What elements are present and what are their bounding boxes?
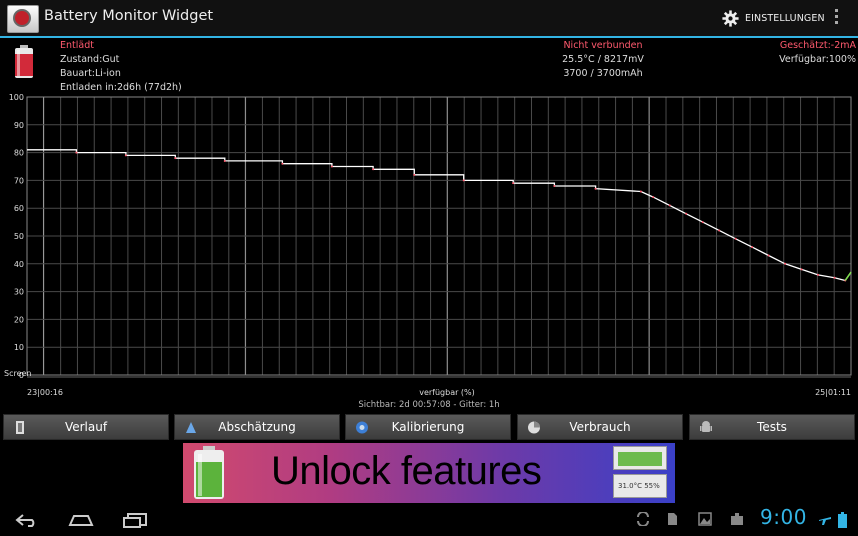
data-point [462,179,465,182]
system-bar [0,504,858,536]
chart-svg: 0102030405060708090100Screen23|00:16 25|0… [4,93,852,397]
sd-card-icon [668,513,677,525]
data-point [685,212,688,215]
mini-status-widget: 31.0°C 55% [613,474,667,498]
tab-label: Verbrauch [569,420,631,434]
estimate-text: Geschätzt:-2mA [779,40,856,51]
banner-text: Unlock features [271,449,542,493]
data-point [281,162,284,165]
mini-widget-text: 31.0°C 55% [618,482,660,490]
clock: 9:00 [760,505,807,529]
data-point [833,276,836,279]
tab-abschaetzung[interactable]: Abschätzung [174,414,340,440]
capacity-text: 3700 / 3700mAh [563,68,643,79]
tab-label: Verlauf [64,420,108,434]
app-title: Battery Monitor Widget [44,8,214,24]
calibration-icon [356,421,368,434]
tab-verbrauch[interactable]: Verbrauch [517,414,683,440]
mini-chart-widget [613,446,667,470]
tab-label: Kalibrierung [391,420,465,434]
settings-label: EINSTELLUNGEN [745,12,825,24]
screen-label: Screen [4,369,32,378]
temp-voltage-text: 25.5°C / 8217mV [562,54,644,65]
type-text: Bauart:Li-ion [60,68,121,79]
battery-info-mid: Nicht verbunden 25.5°C / 8217mV 3700 / 3… [520,39,686,81]
y-tick-label: 80 [14,149,24,158]
battery-status-icon [838,512,847,528]
y-tick-label: 20 [14,315,24,324]
y-tick-label: 100 [9,93,24,102]
data-point [784,262,787,265]
tab-tests[interactable]: Tests [689,414,855,440]
x-end-label: 25|01:11 [815,388,851,397]
data-point [413,173,416,176]
gear-icon [722,9,739,27]
android-icon [700,421,712,432]
data-point [701,221,704,224]
y-tick-label: 30 [14,288,24,297]
x-start-label: 23|00:16 [27,388,63,397]
status-text: Entlädt [60,40,94,51]
chart-footer: Sichtbar: 2d 00:57:08 - Gitter: 1h [358,400,500,410]
action-bar: Battery Monitor Widget EINSTELLUNGEN [0,0,858,38]
gallery-icon [698,512,712,526]
y-tick-label: 90 [14,121,24,130]
data-point [330,165,333,168]
data-point [594,187,597,190]
recent-apps-icon[interactable] [122,512,148,528]
data-point [800,268,803,271]
data-point [652,196,655,199]
settings-button[interactable]: EINSTELLUNGEN [722,8,825,28]
data-point [639,190,642,193]
data-point [718,229,721,232]
connection-text: Nicht verbunden [563,40,643,51]
data-point [668,204,671,207]
back-icon[interactable] [14,512,40,528]
tab-label: Abschätzung [218,420,296,434]
data-point [767,254,770,257]
data-point [372,168,375,171]
y-tick-label: 60 [14,204,24,213]
tab-kalibrierung[interactable]: Kalibrierung [345,414,511,440]
home-icon[interactable] [67,512,95,528]
battery-info-right: Geschätzt:-2mA Verfügbar:100% [779,39,856,67]
download-icon [731,513,743,525]
battery-level-line [27,149,852,282]
data-point [817,273,820,276]
battery-chart[interactable]: 0 10 20 30 40 50 60 70 80 90 100 Screen 23|00:16 25|0… [0,90,858,412]
unlock-banner[interactable]: Unlock features 31.0°C 55% [183,443,675,503]
charging-segment [844,271,852,281]
tab-verlauf[interactable]: Verlauf [3,414,169,440]
sync-icon [637,512,649,526]
data-point [512,182,515,185]
tab-bar: Verlauf Abschätzung Kalibrierung Verbrau… [0,414,858,440]
data-point [223,159,226,162]
y-tick-label: 40 [14,260,24,269]
data-point [734,237,737,240]
data-point [124,154,127,157]
app-icon[interactable] [7,5,39,33]
battery-icon [15,45,33,78]
airplane-icon [819,517,831,525]
estimate-icon [186,422,196,433]
battery-banner-icon [194,446,224,499]
battery-info-left: Entlädt Zustand:Gut Bauart:Li-ion Entlad… [60,39,182,95]
y-tick-label: 10 [14,343,24,352]
overflow-menu-icon[interactable] [832,9,840,27]
usage-icon [528,421,540,434]
y-tick-label: 70 [14,176,24,185]
y-tick-label: 50 [14,232,24,241]
condition-text: Zustand:Gut [60,54,120,65]
tab-label: Tests [757,420,787,434]
data-point [553,184,556,187]
data-point [75,151,78,154]
available-text: Verfügbar:100% [779,54,856,65]
x-axis-label: verfügbar (%) [419,388,475,397]
history-icon [16,421,24,434]
data-point [174,157,177,160]
data-point [751,246,754,249]
